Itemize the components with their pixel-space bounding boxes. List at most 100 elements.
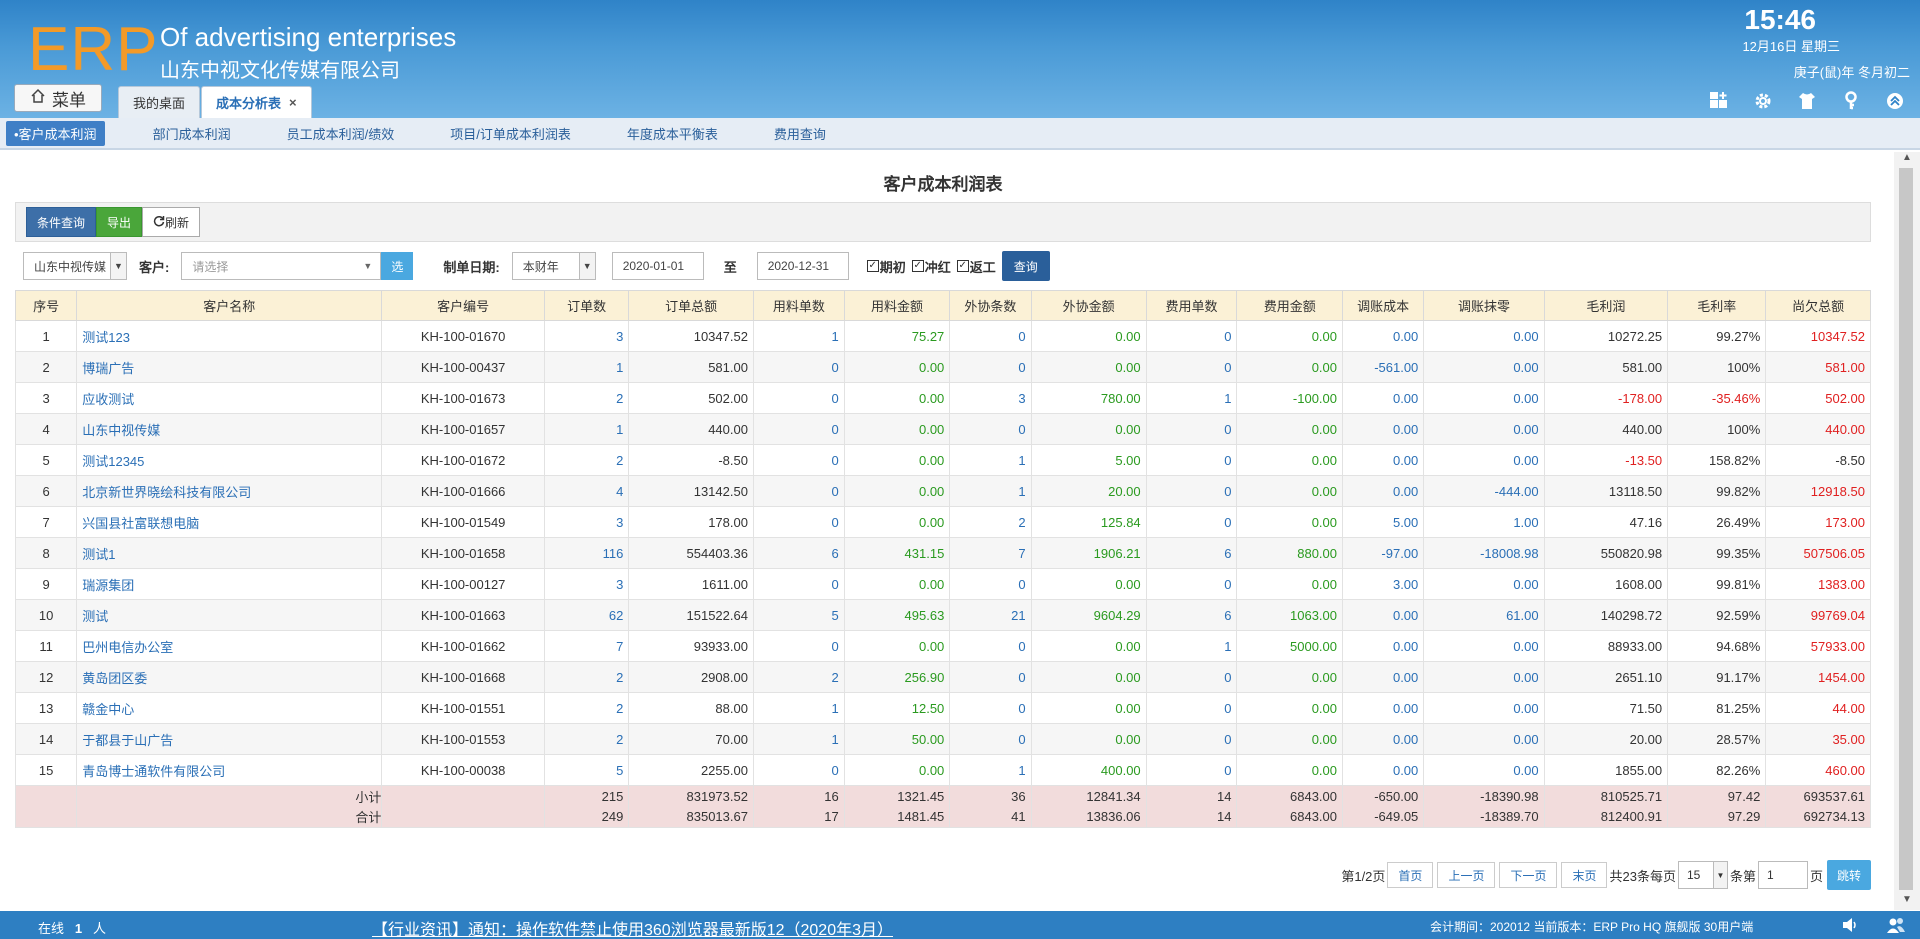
period-select[interactable]: 本财年 ▼ (511, 252, 596, 280)
subnav-annual-cost-balance[interactable]: 年度成本平衡表 (619, 121, 726, 146)
news-link[interactable]: 【行业资讯】通知：操作软件禁止使用360浏览器最新版12（2020年3月） (372, 916, 893, 939)
table-cell[interactable]: 0.00 (1341, 723, 1425, 755)
customer-name-link[interactable]: 于都县于山广告 (76, 723, 383, 755)
table-cell[interactable]: 0 (752, 351, 845, 383)
menu-button[interactable]: 菜单 (14, 84, 102, 112)
table-cell[interactable]: 0.00 (1423, 351, 1545, 383)
query-button[interactable]: 查询 (1001, 251, 1050, 281)
table-cell[interactable]: 0.00 (1423, 568, 1545, 600)
tab-my-desktop[interactable]: 我的桌面 (118, 86, 201, 118)
customer-name-link[interactable]: 北京新世界晓绘科技有限公司 (76, 475, 383, 507)
table-cell[interactable]: 6 (1145, 599, 1238, 631)
table-cell[interactable]: 0 (1145, 692, 1238, 724)
tab-cost-analysis[interactable]: 成本分析表 × (201, 86, 312, 118)
table-cell[interactable]: 0.00 (1341, 599, 1425, 631)
table-cell[interactable]: 0.00 (1423, 692, 1545, 724)
customer-name-link[interactable]: 兴国县社富联想电脑 (76, 506, 383, 538)
table-cell[interactable]: 2 (543, 692, 630, 724)
table-cell[interactable]: 0.00 (1423, 630, 1545, 662)
table-cell[interactable]: 0 (752, 568, 845, 600)
table-cell[interactable]: 0 (1145, 320, 1238, 352)
gear-icon[interactable] (1752, 90, 1774, 112)
table-cell[interactable]: 1 (949, 754, 1032, 786)
table-cell[interactable]: 0 (752, 413, 845, 445)
table-cell[interactable]: 0 (1145, 568, 1238, 600)
customer-name-link[interactable]: 山东中视传媒 (76, 413, 383, 445)
scroll-down-icon[interactable]: ▼ (1894, 894, 1920, 910)
table-cell[interactable]: 2 (949, 506, 1032, 538)
table-cell[interactable]: 6 (1145, 537, 1238, 569)
table-cell[interactable]: 21 (949, 599, 1032, 631)
table-cell[interactable]: 1 (543, 413, 630, 445)
customer-name-link[interactable]: 博瑞广告 (76, 351, 383, 383)
table-cell[interactable]: 1 (1145, 630, 1238, 662)
checkbox-reversal[interactable]: ✓ 冲红 (911, 257, 951, 276)
table-cell[interactable]: 6 (752, 537, 845, 569)
table-cell[interactable]: 0 (1145, 723, 1238, 755)
table-cell[interactable]: 0.00 (1423, 723, 1545, 755)
table-cell[interactable]: 7 (543, 630, 630, 662)
table-cell[interactable]: 2 (543, 382, 630, 414)
table-cell[interactable]: 3 (543, 320, 630, 352)
customer-name-link[interactable]: 测试123 (76, 320, 383, 352)
table-cell[interactable]: 3 (949, 382, 1032, 414)
table-cell[interactable]: 2 (543, 444, 630, 476)
table-cell[interactable]: 1 (752, 723, 845, 755)
table-cell[interactable]: 0 (949, 568, 1032, 600)
table-cell[interactable]: -97.00 (1341, 537, 1425, 569)
table-cell[interactable]: 0 (752, 506, 845, 538)
subnav-expense-query[interactable]: 费用查询 (766, 121, 834, 146)
table-cell[interactable]: 0.00 (1341, 630, 1425, 662)
refresh-button[interactable]: 刷新 (142, 207, 201, 237)
add-widget-icon[interactable] (1708, 90, 1730, 112)
table-cell[interactable]: 116 (543, 537, 630, 569)
customer-name-link[interactable]: 黄岛团区委 (76, 661, 383, 693)
table-cell[interactable]: 0 (752, 382, 845, 414)
customer-name-link[interactable]: 瑞源集团 (76, 568, 383, 600)
table-cell[interactable]: 1 (543, 351, 630, 383)
table-cell[interactable]: 0 (1145, 351, 1238, 383)
table-cell[interactable]: 0 (1145, 475, 1238, 507)
table-cell[interactable]: 0 (949, 351, 1032, 383)
table-cell[interactable]: 2 (543, 723, 630, 755)
table-cell[interactable]: 0.00 (1341, 754, 1425, 786)
table-cell[interactable]: 61.00 (1423, 599, 1545, 631)
table-cell[interactable]: 0.00 (1423, 382, 1545, 414)
table-cell[interactable]: 0 (752, 630, 845, 662)
table-cell[interactable]: 3 (543, 506, 630, 538)
users-icon[interactable] (1886, 915, 1906, 938)
subnav-project-order-cost-profit[interactable]: 项目/订单成本利润表 (442, 121, 579, 146)
table-cell[interactable]: 62 (543, 599, 630, 631)
table-cell[interactable]: 1 (752, 320, 845, 352)
scroll-up-icon[interactable]: ▲ (1894, 152, 1920, 168)
close-icon[interactable]: × (289, 95, 297, 110)
table-cell[interactable]: 0 (949, 723, 1032, 755)
table-cell[interactable]: 7 (949, 537, 1032, 569)
shirt-icon[interactable] (1796, 90, 1818, 112)
table-cell[interactable]: 0 (1145, 661, 1238, 693)
table-cell[interactable]: -18008.98 (1423, 537, 1545, 569)
table-cell[interactable]: 0.00 (1423, 444, 1545, 476)
table-cell[interactable]: 0 (1145, 413, 1238, 445)
customer-name-link[interactable]: 应收测试 (76, 382, 383, 414)
table-cell[interactable]: 0 (1145, 506, 1238, 538)
table-cell[interactable]: 0.00 (1341, 475, 1425, 507)
checkbox-opening[interactable]: ✓ 期初 (866, 257, 906, 276)
table-cell[interactable]: 0.00 (1423, 413, 1545, 445)
subnav-department-cost-profit[interactable]: 部门成本利润 (145, 121, 239, 146)
company-select[interactable]: 山东中视传媒 ▼ (23, 252, 127, 280)
table-cell[interactable]: 0 (1145, 754, 1238, 786)
table-cell[interactable]: 0 (752, 444, 845, 476)
table-cell[interactable]: 5.00 (1341, 506, 1425, 538)
vertical-scrollbar[interactable]: ▲ ▼ (1894, 152, 1920, 910)
table-cell[interactable]: -444.00 (1423, 475, 1545, 507)
table-cell[interactable]: 0 (752, 754, 845, 786)
table-cell[interactable]: 0.00 (1341, 661, 1425, 693)
page-number-input[interactable]: 1 (1757, 861, 1808, 889)
table-cell[interactable]: 0.00 (1423, 754, 1545, 786)
customer-input[interactable]: 请选择 ▼ (181, 252, 382, 280)
table-cell[interactable]: 5 (752, 599, 845, 631)
table-cell[interactable]: 3.00 (1341, 568, 1425, 600)
customer-pick-button[interactable]: 选 (381, 252, 414, 280)
table-cell[interactable]: 2 (752, 661, 845, 693)
